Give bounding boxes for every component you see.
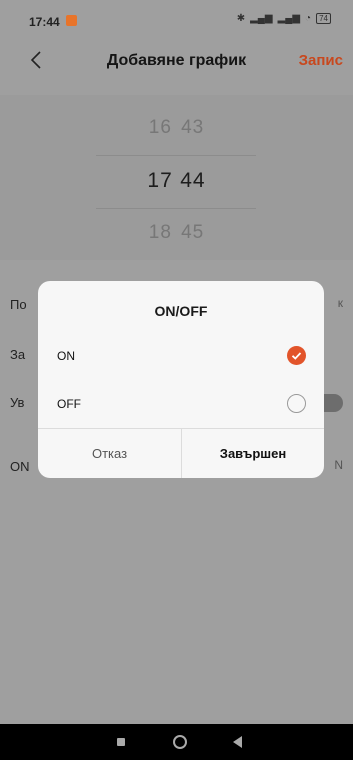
row-label: За (10, 347, 26, 362)
save-button[interactable]: Запис (299, 52, 343, 69)
minute-value: 43 (181, 117, 205, 138)
bluetooth-icon: ✱ (236, 13, 246, 24)
radio-checked-icon[interactable] (287, 346, 306, 365)
app-notification-icon (66, 15, 77, 26)
done-button[interactable]: Завършен (181, 429, 324, 478)
hour-value: 17 (147, 169, 173, 192)
option-label: ON (57, 349, 75, 363)
hour-value: 18 (148, 222, 172, 243)
status-time: 17:44 (29, 15, 60, 29)
row-label: Ув (10, 395, 25, 410)
system-nav-bar (0, 724, 353, 760)
hour-value: 16 (148, 117, 172, 138)
option-label: OFF (57, 397, 81, 411)
row-value: N (334, 458, 343, 472)
picker-row-next[interactable]: 18 45 (0, 222, 353, 244)
onoff-dialog: ON/OFF ON OFF Отказ Завършен (38, 281, 324, 478)
back-icon[interactable] (233, 736, 242, 748)
picker-divider (96, 155, 256, 156)
cancel-button[interactable]: Отказ (38, 429, 181, 478)
signal-icon-2: ▂▄▆ (277, 13, 301, 24)
minute-value: 44 (180, 169, 206, 192)
recents-icon[interactable] (117, 738, 125, 746)
picker-divider (96, 208, 256, 209)
picker-row-current[interactable]: 17 44 (0, 169, 353, 193)
row-label: По (10, 297, 27, 312)
time-picker[interactable]: 16 43 17 44 18 45 (0, 95, 353, 260)
minute-value: 45 (181, 222, 205, 243)
status-icons: ✱ ▂▄▆ ▂▄▆ ◔ 74 (237, 13, 331, 24)
checkmark-icon (291, 352, 302, 360)
dialog-footer: Отказ Завършен (38, 428, 324, 478)
row-label: ON (10, 459, 30, 474)
row-value: к (337, 296, 343, 310)
option-off[interactable]: OFF (38, 381, 324, 427)
battery-icon: 74 (316, 13, 331, 24)
status-bar: 17:44 ✱ ▂▄▆ ▂▄▆ ◔ 74 (0, 0, 353, 40)
picker-row-prev[interactable]: 16 43 (0, 117, 353, 139)
option-on[interactable]: ON (38, 333, 324, 379)
signal-icon: ▂▄▆ (250, 13, 273, 24)
app-bar: Добавяне график Запис (0, 40, 353, 80)
home-icon[interactable] (173, 735, 187, 749)
radio-unchecked-icon[interactable] (287, 394, 306, 413)
dialog-title: ON/OFF (154, 303, 208, 319)
wifi-icon: ◔ (305, 13, 312, 24)
